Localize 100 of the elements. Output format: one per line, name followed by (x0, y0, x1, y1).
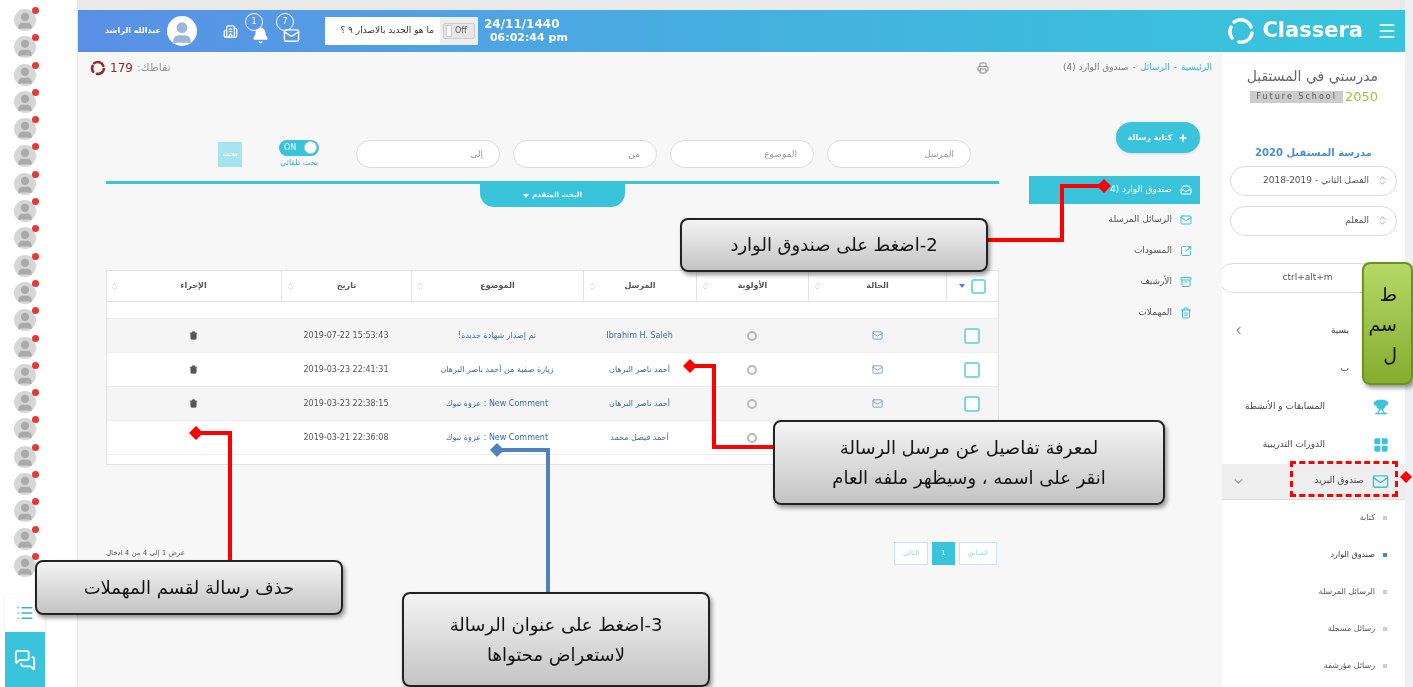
contact-avatar[interactable] (14, 336, 36, 359)
subject-link[interactable]: تم إصدار شهادة جديدة! (458, 329, 536, 342)
sender-link[interactable]: أحمد ناصر البرهان (609, 363, 670, 376)
contact-avatar[interactable] (14, 527, 36, 550)
school-logo-title: مدرستي في المستقبل (1246, 67, 1378, 87)
contact-avatar[interactable] (14, 391, 36, 414)
folder-item[interactable]: الأرشيف (1029, 266, 1200, 297)
search-input[interactable]: إلى (356, 140, 500, 168)
printer-icon[interactable] (977, 62, 990, 74)
submenu-item[interactable]: كتابة (1222, 499, 1405, 537)
trophy-icon (1373, 398, 1389, 415)
sender-link[interactable]: أحمد فيصل محمد (610, 431, 669, 444)
brand-name: Classera (1262, 17, 1363, 45)
contact-avatar[interactable] (14, 200, 36, 223)
contact-avatar[interactable] (14, 363, 36, 386)
trash-icon[interactable] (189, 331, 198, 340)
date-cell: 2019-07-22 15:53:43 (303, 329, 389, 342)
bullet-icon (1383, 627, 1387, 631)
trash-icon[interactable] (189, 399, 198, 408)
envelope-icon (871, 398, 883, 409)
contact-avatar[interactable] (14, 145, 36, 168)
search-value: ctrl+alt+m (1282, 270, 1333, 284)
submenu-item[interactable]: رسائل مؤرشفة (1222, 647, 1405, 685)
caret-icon (523, 193, 530, 198)
time-text: 06:02:44 pm (489, 31, 568, 45)
column-header[interactable]: الإجراء (180, 280, 207, 292)
contact-avatar[interactable] (14, 309, 36, 332)
column-header[interactable]: تاريخ (336, 280, 357, 292)
whats-new-text[interactable]: ما هو الجديد بالاصدار ٩ ؟ (334, 24, 440, 38)
envelope-icon (1372, 472, 1389, 490)
date-cell: 2019-03-23 22:41:31 (303, 363, 389, 376)
trash-icon[interactable] (189, 365, 198, 374)
folder-item[interactable]: المهملات (1029, 297, 1200, 328)
subject-link[interactable]: New Comment : عزوة تبوك (445, 431, 549, 444)
bullet-icon (1383, 664, 1387, 668)
contact-avatar[interactable] (14, 418, 36, 441)
subject-link[interactable]: زيارة صفية من أحمد ناصر البرهان (440, 363, 554, 376)
archive-icon (1180, 275, 1192, 288)
contact-avatar[interactable] (14, 254, 36, 277)
grid-icon (1373, 436, 1389, 453)
mail-icon[interactable] (282, 26, 300, 44)
column-header[interactable]: الحالة (866, 280, 889, 292)
contact-avatar[interactable] (14, 63, 36, 86)
caret-icon (959, 284, 965, 288)
submenu-item[interactable]: رسائل مسجلة (1222, 610, 1405, 648)
mail-nav-item[interactable]: صندوق البريد (1222, 463, 1405, 500)
column-header[interactable]: الموضوع (480, 280, 515, 292)
nav-item[interactable]: الدورات التدريبية (1222, 425, 1405, 464)
checkbox[interactable] (964, 327, 980, 344)
building-icon[interactable] (222, 23, 238, 39)
avatar-icon[interactable] (166, 16, 197, 46)
contact-avatar[interactable] (14, 554, 36, 577)
bullet-icon (1383, 590, 1387, 594)
toggle-switch[interactable]: Off (442, 23, 475, 39)
contact-avatar[interactable] (14, 90, 36, 113)
contact-avatar[interactable] (14, 445, 36, 468)
date-cell: 2019-03-21 22:36:08 (303, 431, 389, 444)
plus-icon (1178, 132, 1189, 143)
contact-avatar[interactable] (14, 473, 36, 496)
callout-text: 2-اضغط على صندوق الوارد (730, 233, 938, 258)
contact-avatar[interactable] (14, 281, 36, 304)
date-cell: 2019-03-23 22:38:15 (303, 397, 389, 410)
submenu-item[interactable]: الرسائل المرسلة (1222, 573, 1405, 611)
nav-item[interactable]: المسابقات و الأنشطة (1222, 387, 1405, 426)
contact-avatar[interactable] (14, 172, 36, 195)
callout-text: انقر على اسمه ، وسيظهر ملفه العام (832, 465, 1106, 491)
contact-avatar[interactable] (14, 9, 36, 31)
breadcrumb-separator: - (1132, 61, 1136, 75)
contact-avatar[interactable] (14, 227, 36, 250)
swirl-logo-icon (90, 60, 106, 76)
external-link-icon (1180, 244, 1192, 257)
search-input[interactable]: المرسل (827, 140, 971, 168)
sender-link[interactable]: Ibrahim H. Saleh (606, 329, 673, 342)
envelope-icon (871, 330, 883, 341)
column-header[interactable]: الأولوية (737, 280, 768, 292)
contact-avatar[interactable] (14, 500, 36, 523)
select-arrows-icon (1377, 215, 1388, 226)
search-input[interactable]: الموضوع (670, 140, 814, 168)
callout-text: 3-اضغط على عنوان الرسالة (449, 612, 663, 638)
logo-icon (1226, 16, 1257, 46)
envelope-icon (1180, 213, 1192, 226)
subject-link[interactable]: New Comment : عزوة تبوك (445, 397, 549, 410)
bullet-icon (1383, 553, 1387, 557)
callout-text: سم (1368, 311, 1397, 338)
checkbox[interactable] (964, 395, 980, 412)
checkbox[interactable] (971, 278, 986, 294)
contact-avatar[interactable] (14, 36, 36, 59)
callout-text: لاستعراض محتواها (487, 642, 625, 668)
trash-icon (1180, 306, 1192, 319)
folder-item[interactable]: المسودات (1029, 235, 1200, 266)
contact-avatar[interactable] (14, 118, 36, 141)
callout-text: ل (1383, 341, 1397, 367)
column-header[interactable]: المرسل (624, 280, 656, 292)
bullet-icon (1383, 516, 1387, 520)
bell-icon[interactable] (251, 26, 269, 44)
sender-link[interactable]: أحمد ناصر البرهان (609, 397, 670, 410)
folder-item[interactable]: الرسائل المرسلة (1029, 204, 1200, 235)
search-input[interactable]: من (513, 140, 657, 168)
checkbox[interactable] (964, 361, 980, 378)
submenu-item[interactable]: صندوق الوارد (1222, 536, 1405, 574)
